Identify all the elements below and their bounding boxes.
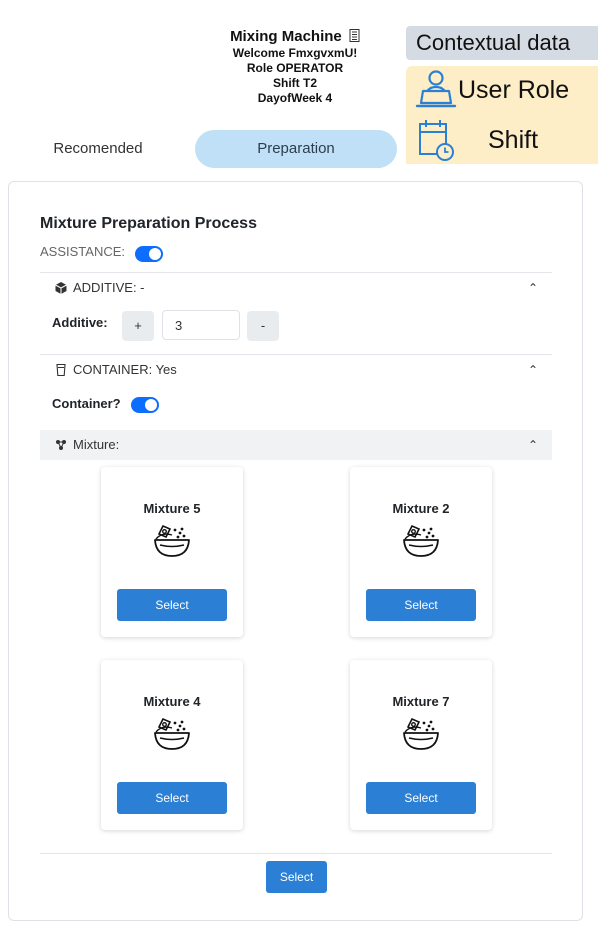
machine-title: Mixing Machine	[200, 28, 390, 46]
select-mixture-button[interactable]: Select	[117, 782, 227, 814]
app-header: Mixing Machine Welcome FmxgvxmU! Role OP…	[0, 0, 598, 180]
additive-field-label: Additive:	[52, 315, 108, 330]
confirm-select-button[interactable]: Select	[266, 861, 327, 893]
mixture-card: Mixture 4 Select	[101, 660, 243, 830]
divider	[40, 853, 552, 854]
user-at-laptop-icon	[415, 70, 457, 108]
assistance-label: ASSISTANCE:	[40, 244, 126, 259]
mixture-card: Mixture 7 Select	[350, 660, 492, 830]
cube-icon	[55, 282, 67, 294]
mixture-header-text: Mixture:	[73, 437, 120, 452]
mixture-name: Mixture 5	[143, 501, 201, 516]
tab-preparation[interactable]: Preparation	[195, 130, 397, 168]
mixture-card: Mixture 5 Select	[101, 467, 243, 637]
additive-header-text: ADDITIVE: -	[73, 280, 145, 295]
mixture-name: Mixture 2	[392, 501, 450, 516]
welcome-text: Welcome FmxgvxmU!	[232, 46, 358, 60]
additive-value-input[interactable]	[162, 310, 240, 340]
machine-info: Mixing Machine Welcome FmxgvxmU! Role OP…	[200, 28, 390, 106]
container-field-label: Container?	[52, 396, 121, 411]
mixture-name: Mixture 7	[392, 694, 450, 709]
shift-row: Shift	[406, 116, 598, 164]
additive-increment-button[interactable]: +	[122, 311, 154, 341]
shift-label: Shift	[488, 126, 539, 154]
mixture-card: Mixture 2 Select	[350, 467, 492, 637]
mixing-bowl-icon	[154, 717, 190, 750]
day-of-week-text: DayofWeek 4	[257, 91, 333, 105]
tab-recommended[interactable]: Recomended	[28, 130, 168, 168]
mixture-name: Mixture 4	[143, 694, 201, 709]
role-text: Role OPERATOR	[246, 61, 344, 75]
container-icon	[56, 363, 66, 377]
additive-decrement-button[interactable]: -	[247, 311, 279, 341]
chevron-up-icon[interactable]: ⌃	[528, 355, 538, 385]
container-toggle[interactable]	[131, 397, 159, 413]
select-mixture-button[interactable]: Select	[366, 589, 476, 621]
mixture-icon	[56, 440, 66, 450]
chevron-up-icon[interactable]: ⌃	[528, 273, 538, 303]
container-section-header[interactable]: CONTAINER: Yes ⌃	[40, 355, 552, 385]
select-mixture-button[interactable]: Select	[366, 782, 476, 814]
contextual-data-panel: User Role Shift	[406, 66, 598, 164]
process-title: Mixture Preparation Process	[40, 215, 257, 232]
chevron-up-icon[interactable]: ⌃	[528, 430, 538, 460]
mixing-bowl-icon	[154, 524, 190, 557]
machine-title-text: Mixing Machine	[230, 28, 342, 45]
assistance-toggle[interactable]	[135, 246, 163, 262]
additive-section-header[interactable]: ADDITIVE: - ⌃	[40, 273, 552, 303]
container-header-text: CONTAINER: Yes	[73, 362, 177, 377]
user-role-row: User Role	[406, 66, 598, 114]
mixture-section-header[interactable]: Mixture: ⌃	[40, 430, 552, 460]
preparation-card: Mixture Preparation Process ASSISTANCE: …	[8, 181, 583, 921]
select-mixture-button[interactable]: Select	[117, 589, 227, 621]
mixing-bowl-icon	[403, 717, 439, 750]
calendar-clock-icon	[419, 120, 454, 161]
document-icon	[349, 29, 360, 42]
contextual-data-label: Contextual data	[406, 26, 598, 60]
mixing-bowl-icon	[403, 524, 439, 557]
user-role-label: User Role	[458, 76, 570, 104]
shift-text: Shift T2	[273, 76, 317, 90]
